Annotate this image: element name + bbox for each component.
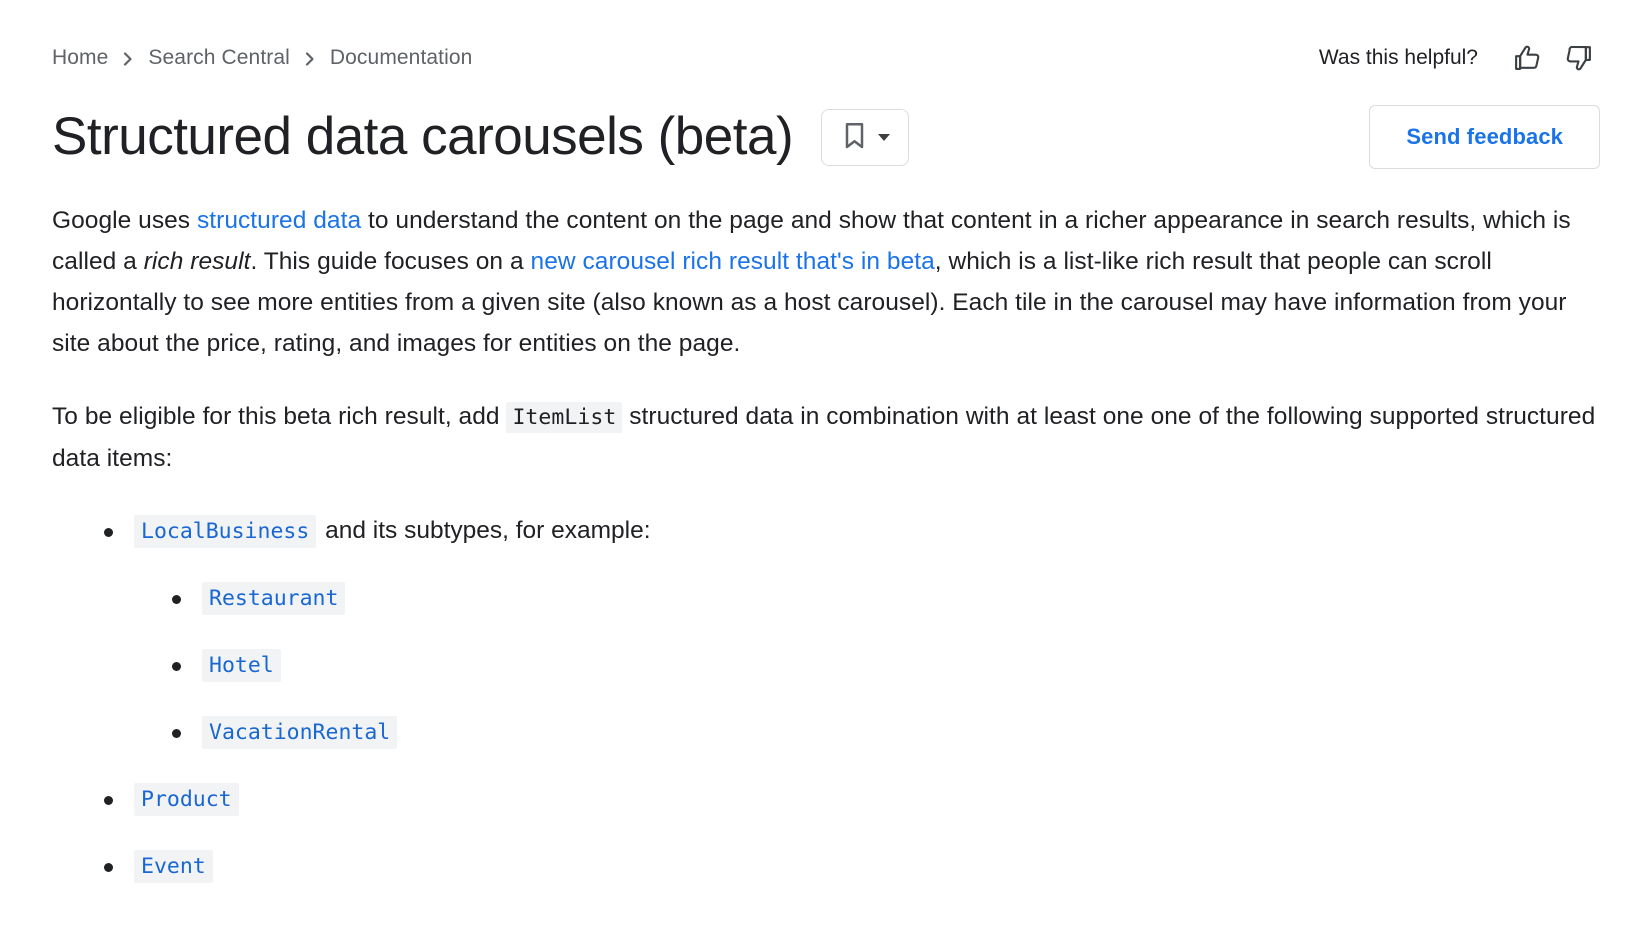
thumb-down-icon [1563, 43, 1593, 73]
breadcrumb: Home Search Central Documentation [52, 46, 472, 70]
title-row: Structured data carousels (beta) Send fe… [52, 100, 1600, 174]
localbusiness-trailing-text: and its subtypes, for example: [318, 517, 650, 544]
content-area: Google uses structured data to understan… [52, 200, 1600, 887]
itemlist-code: ItemList [506, 402, 622, 433]
localbusiness-subtypes-list: Restaurant Hotel VacationRental [134, 578, 1600, 753]
bookmark-dropdown-button[interactable] [821, 109, 909, 166]
chevron-right-icon [121, 51, 135, 67]
intro-p1-text-3: . This guide focuses on a [250, 248, 530, 275]
thumb-down-button[interactable] [1556, 36, 1600, 80]
vacationrental-code-link[interactable]: VacationRental [202, 716, 397, 749]
breadcrumb-item-documentation[interactable]: Documentation [330, 46, 473, 70]
list-item: LocalBusiness and its subtypes, for exam… [100, 511, 1600, 753]
intro-p2-text-1: To be eligible for this beta rich result… [52, 403, 506, 430]
list-item: Restaurant [168, 578, 1600, 619]
hotel-code-link[interactable]: Hotel [202, 649, 281, 682]
feedback-bar: Was this helpful? [1319, 36, 1600, 80]
page-title: Structured data carousels (beta) [52, 108, 793, 166]
localbusiness-code-link[interactable]: LocalBusiness [134, 515, 316, 548]
rich-result-emphasis: rich result [144, 248, 251, 275]
event-code-link[interactable]: Event [134, 850, 213, 883]
list-item: Hotel [168, 645, 1600, 686]
send-feedback-button[interactable]: Send feedback [1369, 105, 1600, 169]
carousel-beta-link[interactable]: new carousel rich result that's in beta [531, 248, 935, 275]
chevron-down-icon [878, 134, 890, 141]
breadcrumb-item-search-central[interactable]: Search Central [148, 46, 289, 70]
product-code-link[interactable]: Product [134, 783, 239, 816]
list-item: Product [100, 779, 1600, 820]
was-this-helpful-label: Was this helpful? [1319, 46, 1478, 70]
bookmark-icon [841, 121, 868, 154]
documentation-page: Home Search Central Documentation Was th… [0, 0, 1652, 932]
chevron-right-icon [303, 51, 317, 67]
restaurant-code-link[interactable]: Restaurant [202, 582, 345, 615]
structured-data-link[interactable]: structured data [197, 207, 361, 234]
supported-items-list: LocalBusiness and its subtypes, for exam… [52, 511, 1600, 887]
intro-p1-text-1: Google uses [52, 207, 197, 234]
breadcrumb-item-home[interactable]: Home [52, 46, 108, 70]
intro-paragraph-2: To be eligible for this beta rich result… [52, 396, 1600, 479]
intro-paragraph-1: Google uses structured data to understan… [52, 200, 1600, 364]
list-item: VacationRental [168, 712, 1600, 753]
thumb-up-button[interactable] [1506, 36, 1550, 80]
thumb-up-icon [1513, 43, 1543, 73]
top-bar: Home Search Central Documentation Was th… [52, 0, 1600, 72]
list-item: Event [100, 846, 1600, 887]
